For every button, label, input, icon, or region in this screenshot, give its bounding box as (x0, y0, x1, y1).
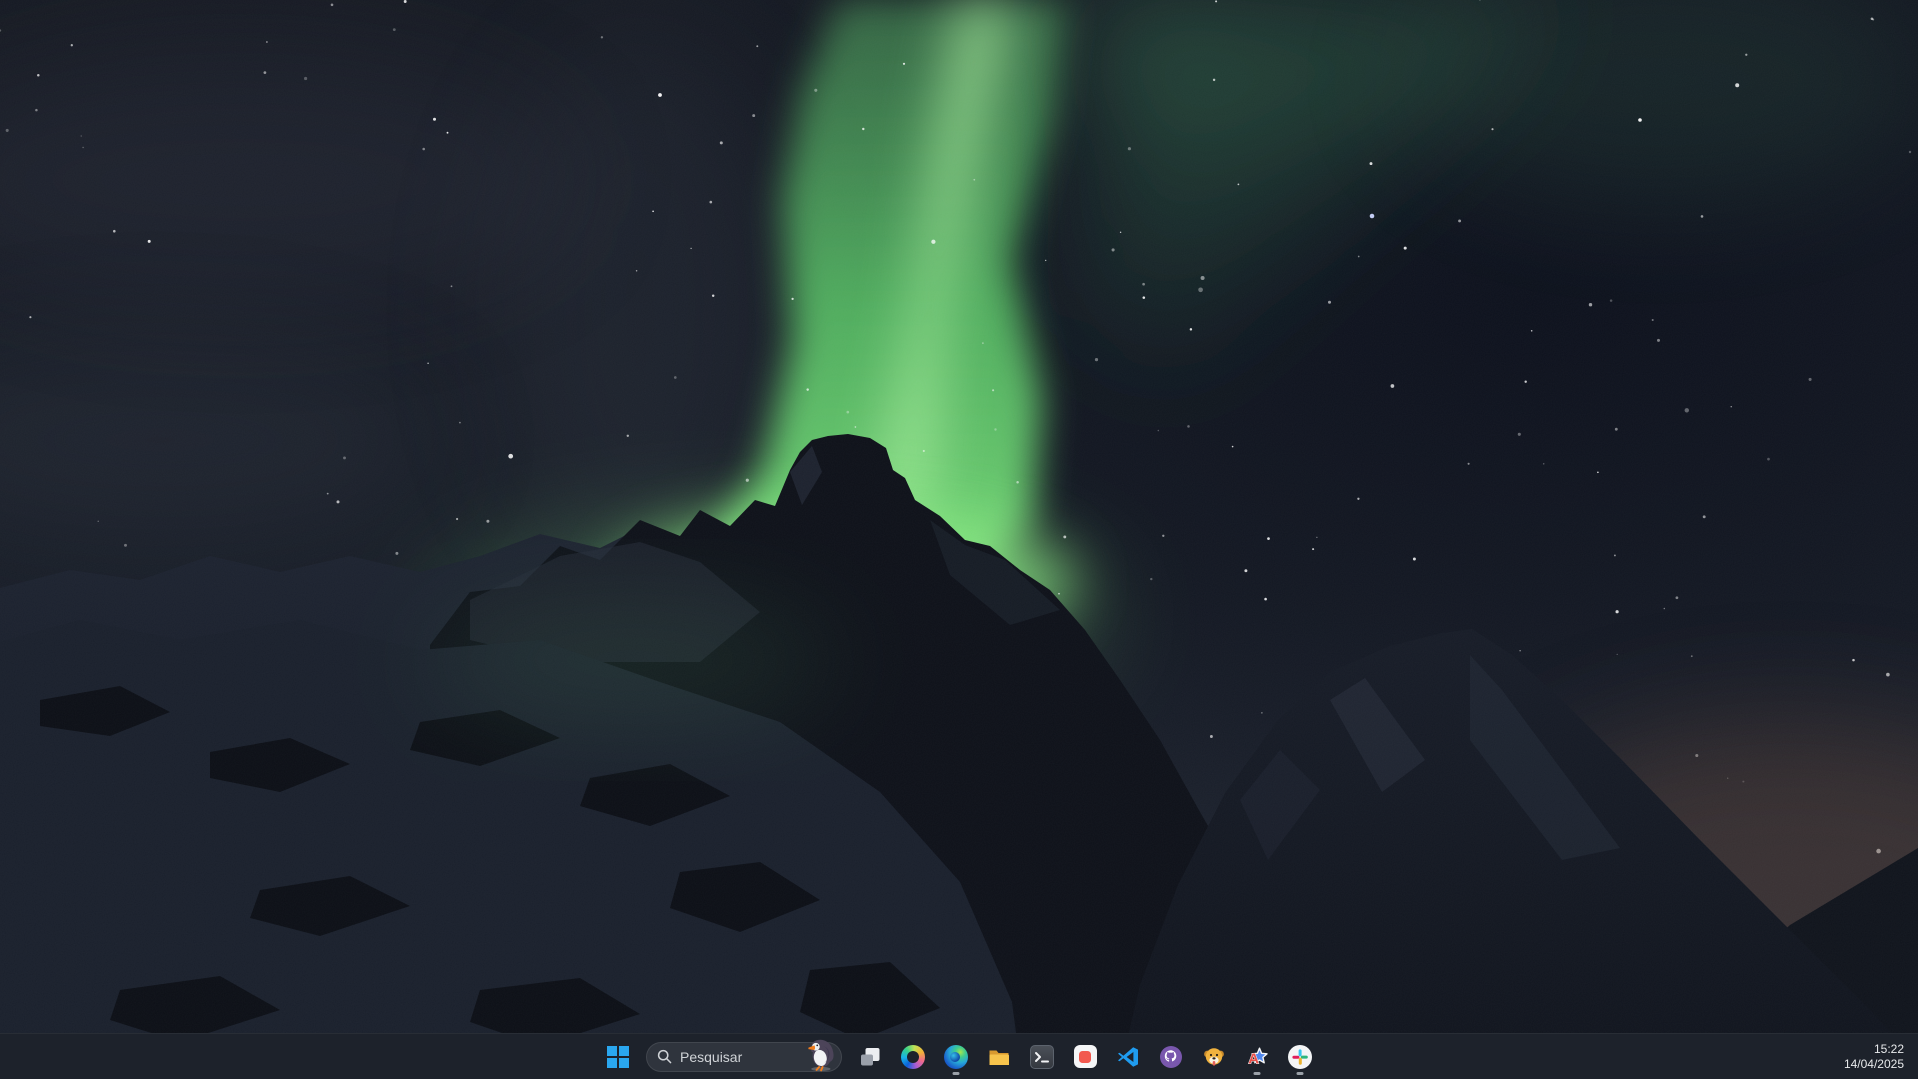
copilot-icon (901, 1045, 925, 1069)
red-app-button[interactable] (1065, 1037, 1105, 1077)
github-desktop-button[interactable] (1151, 1037, 1191, 1077)
slack-icon (1288, 1045, 1312, 1069)
bruno-button[interactable] (1194, 1037, 1234, 1077)
windows-logo-icon (607, 1046, 629, 1068)
dog-bruno-icon (1202, 1045, 1226, 1069)
red-square-app-icon (1074, 1045, 1097, 1068)
edge-icon (944, 1045, 968, 1069)
desktop: A 15:22 14/04/2025 (0, 0, 1918, 1079)
file-explorer-icon (987, 1045, 1011, 1069)
vscode-button[interactable] (1108, 1037, 1148, 1077)
clock-widget[interactable]: 15:22 14/04/2025 (1834, 1034, 1918, 1079)
task-view-icon (858, 1045, 882, 1069)
file-explorer-button[interactable] (979, 1037, 1019, 1077)
taskbar-center-group: A (598, 1034, 1320, 1079)
slack-button[interactable] (1280, 1037, 1320, 1077)
task-view-button[interactable] (850, 1037, 890, 1077)
github-icon (1159, 1045, 1183, 1069)
search-icon (657, 1049, 672, 1064)
copilot-button[interactable] (893, 1037, 933, 1077)
desktop-wallpaper (0, 0, 1918, 1079)
edge-button[interactable] (936, 1037, 976, 1077)
svg-text:A: A (1248, 1050, 1259, 1067)
vscode-icon (1116, 1045, 1140, 1069)
puffin-search-companion-icon[interactable] (807, 1037, 837, 1071)
terminal-button[interactable] (1022, 1037, 1062, 1077)
search-box[interactable] (646, 1042, 842, 1072)
taskbar: A 15:22 14/04/2025 (0, 1033, 1918, 1079)
anki-button[interactable]: A (1237, 1037, 1277, 1077)
clock-time: 15:22 (1874, 1042, 1904, 1056)
terminal-icon (1030, 1045, 1054, 1069)
clock-date: 14/04/2025 (1844, 1057, 1904, 1071)
start-button[interactable] (598, 1037, 638, 1077)
anki-star-a-icon: A (1245, 1045, 1269, 1069)
